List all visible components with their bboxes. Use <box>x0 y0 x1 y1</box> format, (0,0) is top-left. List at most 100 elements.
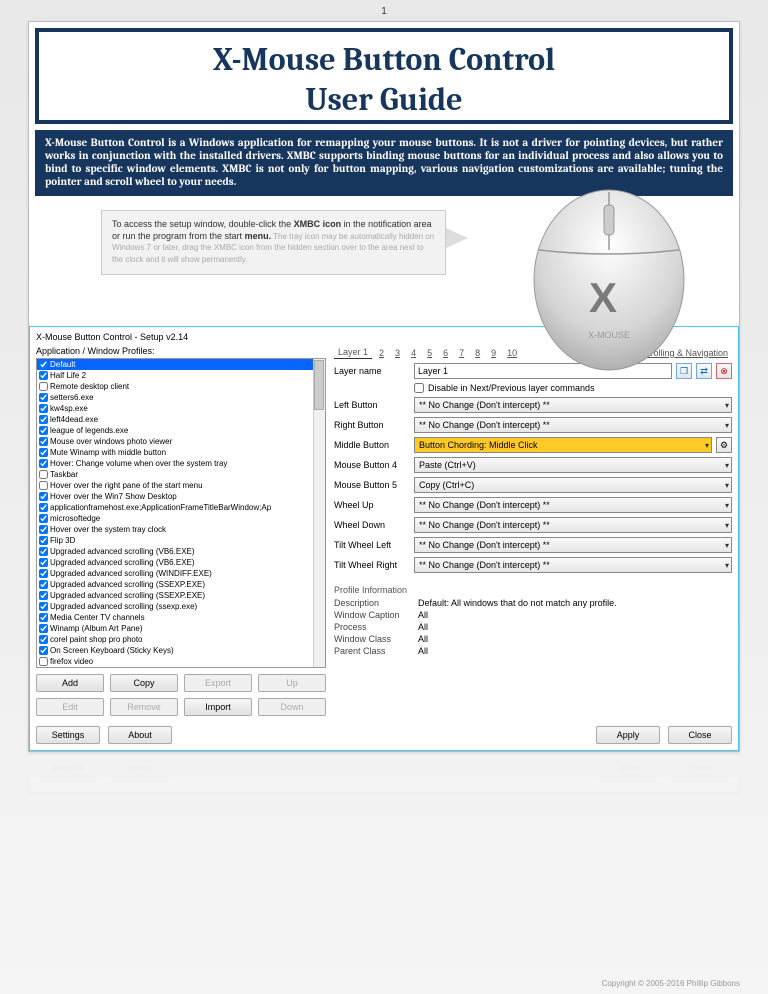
scroll-thumb[interactable] <box>314 360 324 410</box>
profile-checkbox[interactable] <box>39 415 48 424</box>
assignment-dropdown[interactable]: ** No Change (Don't intercept) **▾ <box>414 557 732 573</box>
profile-checkbox[interactable] <box>39 525 48 534</box>
profile-checkbox[interactable] <box>39 459 48 468</box>
profile-checkbox[interactable] <box>39 481 48 490</box>
profile-checkbox[interactable] <box>39 602 48 611</box>
profile-checkbox[interactable] <box>39 536 48 545</box>
tab-layer-2[interactable]: 2 <box>375 347 388 359</box>
import-button[interactable]: Import <box>184 698 252 716</box>
profile-list[interactable]: DefaultHalf Life 2Remote desktop clients… <box>36 358 326 668</box>
profile-checkbox[interactable] <box>39 404 48 413</box>
profile-row[interactable]: kw4sp.exe <box>37 403 325 414</box>
profile-checkbox[interactable] <box>39 382 48 391</box>
profile-row[interactable]: Remote desktop client <box>37 381 325 392</box>
profile-checkbox[interactable] <box>39 360 48 369</box>
profile-checkbox[interactable] <box>39 503 48 512</box>
tab-layer-7[interactable]: 7 <box>455 347 468 359</box>
profile-row[interactable]: Upgraded advanced scrolling (SSEXP.EXE) <box>37 590 325 601</box>
tab-layer-1[interactable]: Layer 1 <box>334 346 372 359</box>
profile-row[interactable]: Media Center TV channels <box>37 612 325 623</box>
profile-row[interactable]: Upgraded advanced scrolling (SSEXP.EXE) <box>37 579 325 590</box>
tab-layer-6[interactable]: 6 <box>439 347 452 359</box>
gear-icon[interactable]: ⚙ <box>716 437 732 453</box>
profile-checkbox[interactable] <box>39 393 48 402</box>
profile-row[interactable]: Upgraded advanced scrolling (WINDIFF.EXE… <box>37 568 325 579</box>
assignment-dropdown[interactable]: Paste (Ctrl+V)▾ <box>414 457 732 473</box>
about-button[interactable]: About <box>108 726 172 744</box>
profile-checkbox[interactable] <box>39 448 48 457</box>
assignment-dropdown[interactable]: ** No Change (Don't intercept) **▾ <box>414 537 732 553</box>
assignment-dropdown[interactable]: Button Chording: Middle Click▾ <box>414 437 712 453</box>
profile-checkbox[interactable] <box>39 371 48 380</box>
assignment-dropdown[interactable]: ** No Change (Don't intercept) **▾ <box>414 397 732 413</box>
profile-row[interactable]: Mouse over windows photo viewer <box>37 436 325 447</box>
profile-row[interactable]: Hover over the right pane of the start m… <box>37 480 325 491</box>
profile-row[interactable]: firefox video <box>37 656 325 667</box>
tab-layer-3[interactable]: 3 <box>391 347 404 359</box>
tab-layer-9[interactable]: 9 <box>487 347 500 359</box>
disable-layer-checkbox[interactable] <box>414 383 424 393</box>
profile-row[interactable]: notepad.exe <box>37 667 325 668</box>
profile-row[interactable]: Hover: Change volume when over the syste… <box>37 458 325 469</box>
profile-checkbox[interactable] <box>39 514 48 523</box>
profile-row[interactable]: Hover over the Win7 Show Desktop <box>37 491 325 502</box>
profile-row[interactable]: Taskbar <box>37 469 325 480</box>
scrollbar[interactable] <box>313 359 325 667</box>
profile-row[interactable]: Mute Winamp with middle button <box>37 447 325 458</box>
remove-button[interactable]: Remove <box>110 698 178 716</box>
profile-checkbox[interactable] <box>39 624 48 633</box>
profile-checkbox[interactable] <box>39 646 48 655</box>
up-button[interactable]: Up <box>258 674 326 692</box>
chevron-down-icon: ▾ <box>725 521 729 530</box>
assignment-dropdown[interactable]: Copy (Ctrl+C)▾ <box>414 477 732 493</box>
profile-row[interactable]: On Screen Keyboard (Sticky Keys) <box>37 645 325 656</box>
settings-button[interactable]: Settings <box>35 759 99 777</box>
profile-checkbox[interactable] <box>39 426 48 435</box>
assignment-dropdown[interactable]: ** No Change (Don't intercept) **▾ <box>414 517 732 533</box>
profile-checkbox[interactable] <box>39 591 48 600</box>
profile-checkbox[interactable] <box>39 613 48 622</box>
down-button[interactable]: Down <box>258 698 326 716</box>
tab-layer-5[interactable]: 5 <box>423 347 436 359</box>
assignment-dropdown[interactable]: ** No Change (Don't intercept) **▾ <box>414 497 732 513</box>
profile-checkbox[interactable] <box>39 657 48 666</box>
profile-row[interactable]: setters6.exe <box>37 392 325 403</box>
profile-checkbox[interactable] <box>39 580 48 589</box>
close-button[interactable]: Close <box>669 759 733 777</box>
about-button[interactable]: About <box>107 759 171 777</box>
export-button[interactable]: Export <box>184 674 252 692</box>
tab-layer-4[interactable]: 4 <box>407 347 420 359</box>
profile-checkbox[interactable] <box>39 635 48 644</box>
profile-checkbox[interactable] <box>39 470 48 479</box>
edit-button[interactable]: Edit <box>36 698 104 716</box>
profile-row[interactable]: left4dead.exe <box>37 414 325 425</box>
apply-button[interactable]: Apply <box>597 759 661 777</box>
profile-row[interactable]: Hover over the system tray clock <box>37 524 325 535</box>
profile-checkbox[interactable] <box>39 437 48 446</box>
apply-button[interactable]: Apply <box>596 726 660 744</box>
profile-label: Taskbar <box>50 469 78 480</box>
assignment-dropdown[interactable]: ** No Change (Don't intercept) **▾ <box>414 417 732 433</box>
settings-button[interactable]: Settings <box>36 726 100 744</box>
profile-row[interactable]: applicationframehost.exe;ApplicationFram… <box>37 502 325 513</box>
pinfo-value: All <box>418 634 428 644</box>
profile-row[interactable]: Upgraded advanced scrolling (VB6.EXE) <box>37 546 325 557</box>
profile-row[interactable]: microsoftedge <box>37 513 325 524</box>
profile-checkbox[interactable] <box>39 558 48 567</box>
add-button[interactable]: Add <box>36 674 104 692</box>
close-button[interactable]: Close <box>668 726 732 744</box>
profile-row[interactable]: Default <box>37 359 325 370</box>
profile-row[interactable]: Winamp (Album Art Pane) <box>37 623 325 634</box>
profile-row[interactable]: Upgraded advanced scrolling (VB6.EXE) <box>37 557 325 568</box>
clear-layer-icon[interactable]: ⊗ <box>716 363 732 379</box>
profile-row[interactable]: corel paint shop pro photo <box>37 634 325 645</box>
copy-button[interactable]: Copy <box>110 674 178 692</box>
profile-row[interactable]: Flip 3D <box>37 535 325 546</box>
profile-row[interactable]: Upgraded advanced scrolling (ssexp.exe) <box>37 601 325 612</box>
profile-checkbox[interactable] <box>39 492 48 501</box>
profile-checkbox[interactable] <box>39 569 48 578</box>
profile-checkbox[interactable] <box>39 547 48 556</box>
profile-row[interactable]: Half Life 2 <box>37 370 325 381</box>
profile-row[interactable]: league of legends.exe <box>37 425 325 436</box>
tab-layer-8[interactable]: 8 <box>471 347 484 359</box>
